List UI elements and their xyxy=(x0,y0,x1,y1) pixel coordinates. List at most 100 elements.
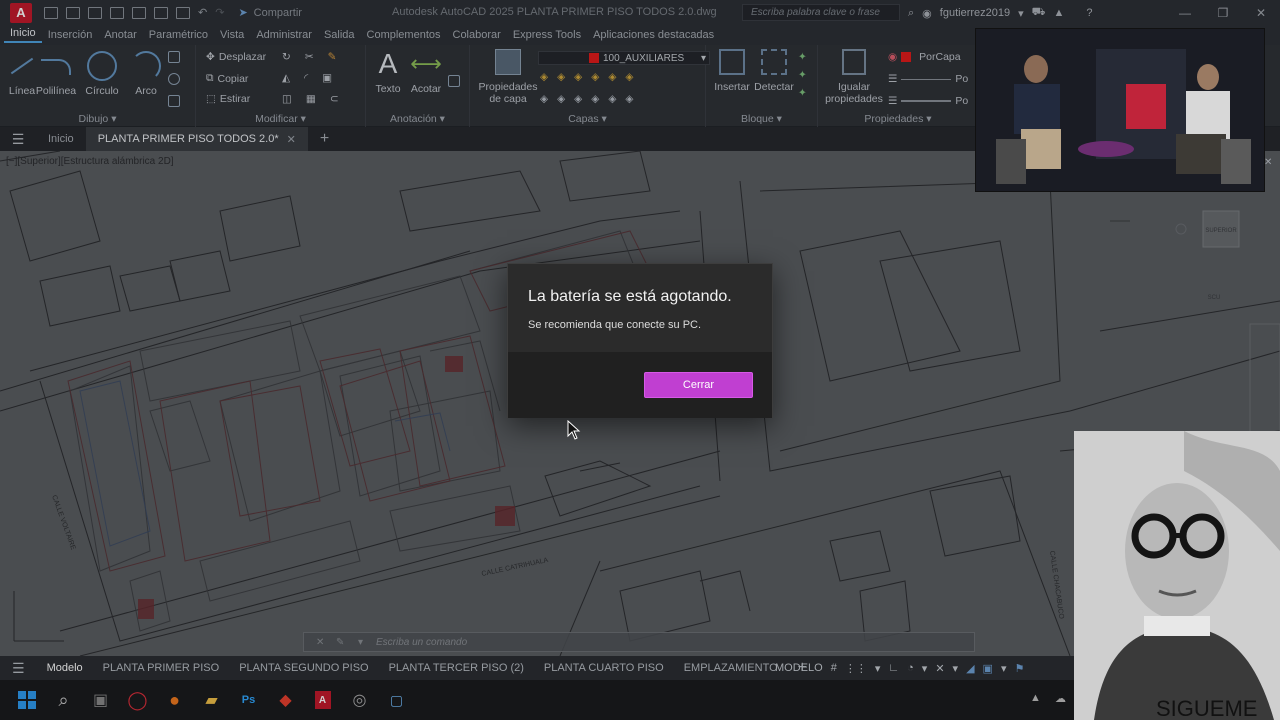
layer-tool-icon[interactable]: ◈ xyxy=(557,71,565,83)
new-tab-button[interactable]: + xyxy=(308,127,341,151)
system-tray-chevron-icon[interactable]: ▲ xyxy=(1030,692,1041,704)
search-icon[interactable]: ⌕ xyxy=(908,7,914,20)
group-title-modificar[interactable]: Modificar ▾ xyxy=(196,113,365,125)
chevron-down-icon[interactable]: ▾ xyxy=(1001,662,1007,675)
polar-icon[interactable]: ◔ xyxy=(907,662,914,674)
detect-button[interactable]: Detectar xyxy=(752,49,796,93)
ellipse-tool[interactable] xyxy=(168,73,180,85)
share-button[interactable]: ➤ Compartir xyxy=(238,6,302,20)
copy-button[interactable]: ⧉ Copiar xyxy=(206,72,248,85)
save-as-icon[interactable] xyxy=(110,6,124,19)
layout-tab-cuarto-piso[interactable]: PLANTA CUARTO PISO xyxy=(534,662,674,674)
viewport-controls-label[interactable]: [−][Superior][Estructura alámbrica 2D] xyxy=(6,156,174,167)
mirror-tool[interactable]: ◭ ◜ ▣ xyxy=(282,72,332,84)
chevron-down-icon[interactable]: ▾ xyxy=(1018,7,1024,20)
layer-tool-icon[interactable]: ◈ xyxy=(540,71,548,83)
linetype-dropdown[interactable]: ☰ Po xyxy=(888,73,968,85)
tab-vista[interactable]: Vista xyxy=(214,29,250,41)
save-icon[interactable] xyxy=(88,6,102,19)
fillet-icon[interactable]: ◜ xyxy=(304,72,308,84)
offset-icon[interactable]: ⊂ xyxy=(330,93,339,105)
command-line-input[interactable]: ✕ ✎ ▾ Escriba un comando xyxy=(303,632,975,652)
minimize-icon[interactable]: — xyxy=(1166,0,1204,25)
tab-aplicaciones-destacadas[interactable]: Aplicaciones destacadas xyxy=(587,29,720,41)
move-button[interactable]: ✥ Desplazar xyxy=(206,51,266,63)
open-folder-icon[interactable] xyxy=(66,6,80,19)
group-title-anotacion[interactable]: Anotación ▾ xyxy=(366,113,469,125)
erase-icon[interactable]: ✎ xyxy=(328,51,337,63)
tab-anotar[interactable]: Anotar xyxy=(98,29,142,41)
layer-tool-icon[interactable]: ◈ xyxy=(625,71,633,83)
close-tab-icon[interactable]: ✕ xyxy=(287,133,296,146)
close-icon[interactable]: ✕ xyxy=(316,637,324,648)
apps-icon[interactable]: ▲ xyxy=(1053,7,1064,19)
chevron-down-icon[interactable]: ▾ xyxy=(922,662,928,675)
group-title-propiedades[interactable]: Propiedades ▾ xyxy=(818,113,978,125)
layout-tab-emplazamiento[interactable]: EMPLAZAMIENTO xyxy=(674,662,788,674)
lineweight-dropdown[interactable]: ☰ Po xyxy=(888,95,968,107)
block-attribute-icon[interactable]: ✦ xyxy=(798,87,807,99)
insert-block-button[interactable]: Insertar xyxy=(710,49,754,93)
autocad-taskbar-icon[interactable]: A xyxy=(304,680,341,720)
selection-cycling-icon[interactable]: ▣ xyxy=(983,662,993,675)
explode-icon[interactable]: ▣ xyxy=(322,72,332,84)
layer-properties-button[interactable]: Propiedades de capa xyxy=(478,49,538,105)
user-icon[interactable]: ◉ xyxy=(922,7,932,20)
task-view-icon[interactable]: ▣ xyxy=(82,680,119,720)
firefox-icon[interactable]: ● xyxy=(156,680,193,720)
close-icon[interactable]: ✕ xyxy=(1242,0,1280,25)
chevron-down-icon[interactable]: ▾ xyxy=(953,662,959,675)
help-icon[interactable]: ? xyxy=(1086,7,1092,19)
close-dialog-button[interactable]: Cerrar xyxy=(644,372,753,398)
tab-colaborar[interactable]: Colaborar xyxy=(447,29,507,41)
tab-salida[interactable]: Salida xyxy=(318,29,361,41)
osnap-icon[interactable]: ✕ xyxy=(935,662,944,675)
layer-tool-icon[interactable]: ◈ xyxy=(574,93,582,105)
dimension-button[interactable]: ⟷ Acotar xyxy=(404,49,448,95)
cloud-open-icon[interactable] xyxy=(132,6,146,19)
tab-start[interactable]: Inicio xyxy=(36,127,86,151)
hatch-tool[interactable] xyxy=(168,95,180,107)
layer-tool-icon[interactable]: ◈ xyxy=(591,93,599,105)
array-icon[interactable]: ▦ xyxy=(306,93,316,105)
arc-button[interactable]: Arco xyxy=(124,51,168,97)
plot-icon[interactable] xyxy=(176,6,190,19)
tab-express-tools[interactable]: Express Tools xyxy=(507,29,587,41)
network-icon[interactable]: ☁ xyxy=(1055,692,1066,705)
circle-button[interactable]: Círculo xyxy=(80,51,124,97)
match-properties-button[interactable]: Igualar propiedades xyxy=(824,49,884,105)
block-create-icon[interactable]: ✦ xyxy=(798,51,807,63)
rectangle-tool[interactable] xyxy=(168,51,180,63)
layer-tool-icon[interactable]: ◈ xyxy=(574,71,582,83)
wrench-icon[interactable]: ✎ xyxy=(336,637,344,648)
trim-icon[interactable]: ✂ xyxy=(305,51,314,63)
tab-complementos[interactable]: Complementos xyxy=(361,29,447,41)
layer-tool-icon[interactable]: ◈ xyxy=(625,93,633,105)
chevron-down-icon[interactable]: ▾ xyxy=(875,662,881,675)
layout-tab-segundo-piso[interactable]: PLANTA SEGUNDO PISO xyxy=(229,662,378,674)
opera-icon[interactable]: ◯ xyxy=(119,680,156,720)
tab-active-drawing[interactable]: PLANTA PRIMER PISO TODOS 2.0* ✕ xyxy=(85,127,308,151)
snap-icon[interactable]: ⋮⋮ xyxy=(845,662,867,675)
navigation-bar[interactable] xyxy=(1249,323,1280,445)
grid-icon[interactable]: # xyxy=(831,662,837,674)
layout-tab-modelo[interactable]: Modelo xyxy=(37,662,93,674)
layer-tool-icon[interactable]: ◈ xyxy=(608,93,616,105)
search-icon[interactable]: ⌕ xyxy=(45,680,82,720)
model-space-button[interactable]: MODELO xyxy=(775,662,823,674)
ortho-icon[interactable]: ∟ xyxy=(888,662,899,674)
annotation-scale-icon[interactable]: ⚑ xyxy=(1014,662,1024,675)
group-title-dibujo[interactable]: Dibujo ▾ xyxy=(0,113,195,125)
windows-start-icon[interactable] xyxy=(8,680,45,720)
menu-icon[interactable]: ☰ xyxy=(0,131,36,148)
git-icon[interactable]: ◆ xyxy=(267,680,304,720)
file-explorer-icon[interactable]: ▰ xyxy=(193,680,230,720)
tab-administrar[interactable]: Administrar xyxy=(250,29,318,41)
tab-insercion[interactable]: Inserción xyxy=(42,29,99,41)
undo-icon[interactable]: ↶ xyxy=(198,6,207,19)
rotate-tool[interactable]: ↻ ✂ ✎ xyxy=(282,51,336,63)
block-edit-icon[interactable]: ✦ xyxy=(798,69,807,81)
viewcube[interactable]: SUPERIOR SCU xyxy=(1175,210,1240,301)
maximize-icon[interactable]: ❐ xyxy=(1204,0,1242,25)
lineweight-toggle-icon[interactable]: ◢ xyxy=(966,662,974,675)
